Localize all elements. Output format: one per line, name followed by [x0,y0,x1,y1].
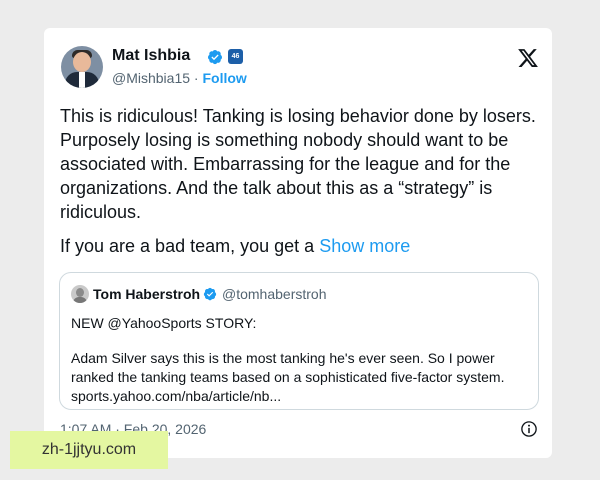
show-more-link[interactable]: Show more [319,236,410,256]
affiliate-badge: 46 [228,49,243,64]
author-name[interactable]: Mat Ishbia [112,47,190,65]
author-handle-row: @Mishbia15 · Follow [112,70,247,86]
separator-dot: · [193,70,199,86]
quote-author-name[interactable]: Tom Haberstroh [93,286,200,302]
post-body: This is ridiculous! Tanking is losing be… [60,106,536,222]
info-icon[interactable] [520,420,538,438]
watermark: zh-1jjtyu.com [10,431,168,469]
quoted-post[interactable]: Tom Haberstroh @tomhaberstroh NEW @Yahoo… [59,272,539,410]
quote-avatar[interactable] [71,285,89,303]
continued-text: If you are a bad team, you get a [60,236,315,256]
quote-author-handle[interactable]: @tomhaberstroh [222,286,326,302]
follow-button[interactable]: Follow [202,70,246,86]
verified-badge-icon [208,50,222,65]
author-avatar[interactable] [61,46,103,88]
quote-headline: NEW @YahooSports STORY: [71,315,257,331]
post-continued: If you are a bad team, you get a Show mo… [60,236,410,257]
quote-verified-badge-icon [203,287,217,301]
x-logo-icon[interactable] [517,47,539,69]
quote-body: Adam Silver says this is the most tankin… [71,350,505,404]
author-handle[interactable]: @Mishbia15 [112,70,190,86]
